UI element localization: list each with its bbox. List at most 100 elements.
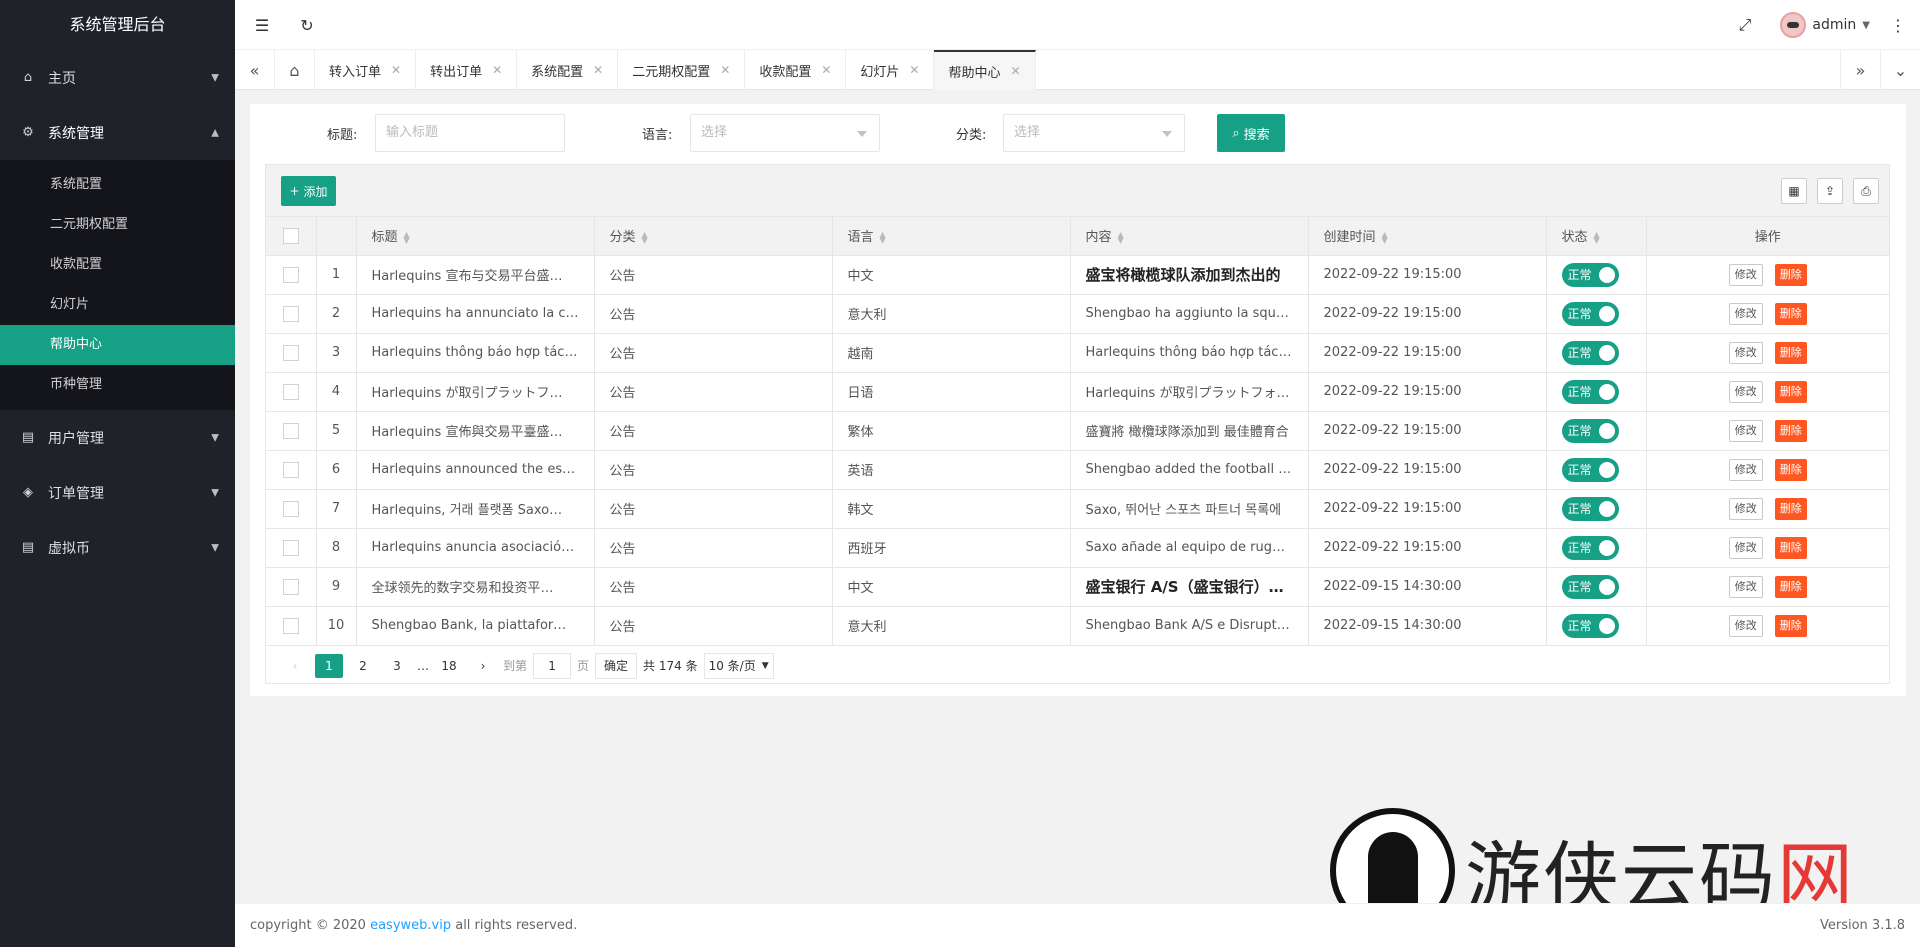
status-toggle[interactable]: 正常 [1561, 457, 1619, 482]
refresh-icon[interactable]: ↻ [297, 15, 317, 35]
edit-button[interactable]: 修改 [1728, 575, 1763, 598]
sort-icon[interactable]: ▲ ▼ [642, 230, 648, 244]
status-toggle[interactable]: 正常 [1561, 613, 1619, 638]
column-header-status[interactable]: 状态 ▲ ▼ [1546, 217, 1647, 256]
close-icon[interactable]: ✕ [720, 63, 730, 77]
close-icon[interactable]: ✕ [1010, 64, 1020, 78]
row-checkbox[interactable] [282, 383, 299, 400]
sidebar-item-home[interactable]: ⌂ 主页 ▼ [0, 50, 235, 105]
select-all-checkbox[interactable] [282, 227, 299, 244]
submenu-item-help-center[interactable]: 帮助中心 [0, 325, 235, 365]
next-page-icon[interactable]: › [469, 654, 497, 678]
status-toggle[interactable]: 正常 [1561, 262, 1619, 287]
row-checkbox[interactable] [282, 539, 299, 556]
sidebar-item-orders[interactable]: ◈ 订单管理 ▼ [0, 465, 235, 520]
close-icon[interactable]: ✕ [391, 63, 401, 77]
edit-button[interactable]: 修改 [1728, 341, 1763, 364]
sidebar-item-system[interactable]: ⚙ 系统管理 ▲ [0, 105, 235, 160]
status-toggle[interactable]: 正常 [1561, 301, 1619, 326]
category-select[interactable]: 选择 [1003, 114, 1185, 152]
submenu-item-system-config[interactable]: 系统配置 [0, 165, 235, 205]
delete-button[interactable]: 删除 [1774, 458, 1807, 481]
status-toggle[interactable]: 正常 [1561, 340, 1619, 365]
menu-toggle-icon[interactable]: ☰ [252, 15, 272, 35]
goto-confirm-button[interactable]: 确定 [595, 652, 638, 679]
delete-button[interactable]: 删除 [1774, 263, 1807, 286]
edit-button[interactable]: 修改 [1728, 614, 1763, 637]
sort-icon[interactable]: ▲ ▼ [1382, 230, 1388, 244]
prev-page-icon[interactable]: ‹ [281, 654, 309, 678]
edit-button[interactable]: 修改 [1728, 497, 1763, 520]
sidebar-item-users[interactable]: ▤ 用户管理 ▼ [0, 410, 235, 465]
submenu-item-payment-config[interactable]: 收款配置 [0, 245, 235, 285]
tab-binary-options[interactable]: 二元期权配置 ✕ [618, 50, 746, 90]
sort-icon[interactable]: ▲ ▼ [880, 230, 886, 244]
tab-slides[interactable]: 幻灯片 ✕ [846, 50, 935, 90]
tabs-scroll-right-icon[interactable]: » [1840, 50, 1880, 90]
row-checkbox[interactable] [282, 305, 299, 322]
delete-button[interactable]: 删除 [1774, 497, 1807, 520]
page-1[interactable]: 1 [315, 653, 343, 678]
close-icon[interactable]: ✕ [492, 63, 502, 77]
close-icon[interactable]: ✕ [593, 63, 603, 77]
column-header-created[interactable]: 创建时间 ▲ ▼ [1308, 217, 1547, 256]
tab-transfer-out[interactable]: 转出订单 ✕ [416, 50, 518, 90]
status-toggle[interactable]: 正常 [1561, 418, 1619, 443]
edit-button[interactable]: 修改 [1728, 458, 1763, 481]
user-menu[interactable]: admin ▼ [1780, 12, 1870, 38]
language-select[interactable]: 选择 [690, 114, 880, 152]
home-tab-icon[interactable]: ⌂ [275, 50, 315, 90]
export-icon[interactable]: ⇪ [1817, 178, 1843, 204]
edit-button[interactable]: 修改 [1728, 380, 1763, 403]
row-checkbox[interactable] [282, 461, 299, 478]
row-checkbox[interactable] [282, 578, 299, 595]
row-checkbox[interactable] [282, 617, 299, 634]
page-size-select[interactable]: 10 条/页 ▼ [703, 652, 774, 679]
submenu-item-slides[interactable]: 幻灯片 [0, 285, 235, 325]
column-header-language[interactable]: 语言 ▲ ▼ [832, 217, 1071, 256]
sort-icon[interactable]: ▲ ▼ [1118, 230, 1124, 244]
delete-button[interactable]: 删除 [1774, 380, 1807, 403]
tab-system-config[interactable]: 系统配置 ✕ [517, 50, 619, 90]
edit-button[interactable]: 修改 [1728, 263, 1763, 286]
status-toggle[interactable]: 正常 [1561, 496, 1619, 521]
sort-icon[interactable]: ▲ ▼ [404, 230, 410, 244]
delete-button[interactable]: 删除 [1774, 419, 1807, 442]
tab-help-center[interactable]: 帮助中心 ✕ [934, 50, 1036, 90]
row-checkbox[interactable] [282, 500, 299, 517]
status-toggle[interactable]: 正常 [1561, 574, 1619, 599]
more-icon[interactable]: ⋮ [1888, 15, 1908, 35]
easyweb-link[interactable]: easyweb.vip [370, 918, 451, 933]
delete-button[interactable]: 删除 [1774, 614, 1807, 637]
submenu-item-binary-options[interactable]: 二元期权配置 [0, 205, 235, 245]
submenu-item-currency[interactable]: 币种管理 [0, 365, 235, 405]
goto-page-input[interactable]: 1 [533, 652, 572, 679]
sort-icon[interactable]: ▲ ▼ [1594, 230, 1600, 244]
edit-button[interactable]: 修改 [1728, 302, 1763, 325]
title-search-input[interactable]: 输入标题 [375, 114, 565, 152]
row-checkbox[interactable] [282, 344, 299, 361]
close-icon[interactable]: ✕ [821, 63, 831, 77]
row-checkbox[interactable] [282, 266, 299, 283]
tab-transfer-in[interactable]: 转入订单 ✕ [315, 50, 417, 90]
page-last[interactable]: 18 [435, 654, 463, 678]
tab-payment-config[interactable]: 收款配置 ✕ [745, 50, 847, 90]
tabs-dropdown-icon[interactable]: ⌄ [1880, 50, 1920, 90]
edit-button[interactable]: 修改 [1728, 419, 1763, 442]
page-2[interactable]: 2 [349, 654, 377, 678]
fullscreen-icon[interactable]: ⤢ [1735, 15, 1755, 35]
sidebar-item-crypto[interactable]: ▤ 虚拟币 ▼ [0, 520, 235, 575]
tabs-scroll-left-icon[interactable]: « [235, 50, 275, 90]
status-toggle[interactable]: 正常 [1561, 535, 1619, 560]
delete-button[interactable]: 删除 [1774, 536, 1807, 559]
search-button[interactable]: ⌕ 搜索 [1217, 114, 1285, 152]
status-toggle[interactable]: 正常 [1561, 379, 1619, 404]
page-3[interactable]: 3 [383, 654, 411, 678]
row-checkbox[interactable] [282, 422, 299, 439]
column-header-title[interactable]: 标题 ▲ ▼ [356, 217, 595, 256]
column-header-category[interactable]: 分类 ▲ ▼ [594, 217, 833, 256]
delete-button[interactable]: 删除 [1774, 575, 1807, 598]
columns-filter-icon[interactable]: ▦ [1781, 178, 1807, 204]
delete-button[interactable]: 删除 [1774, 302, 1807, 325]
print-icon[interactable]: ⎙ [1853, 178, 1879, 204]
